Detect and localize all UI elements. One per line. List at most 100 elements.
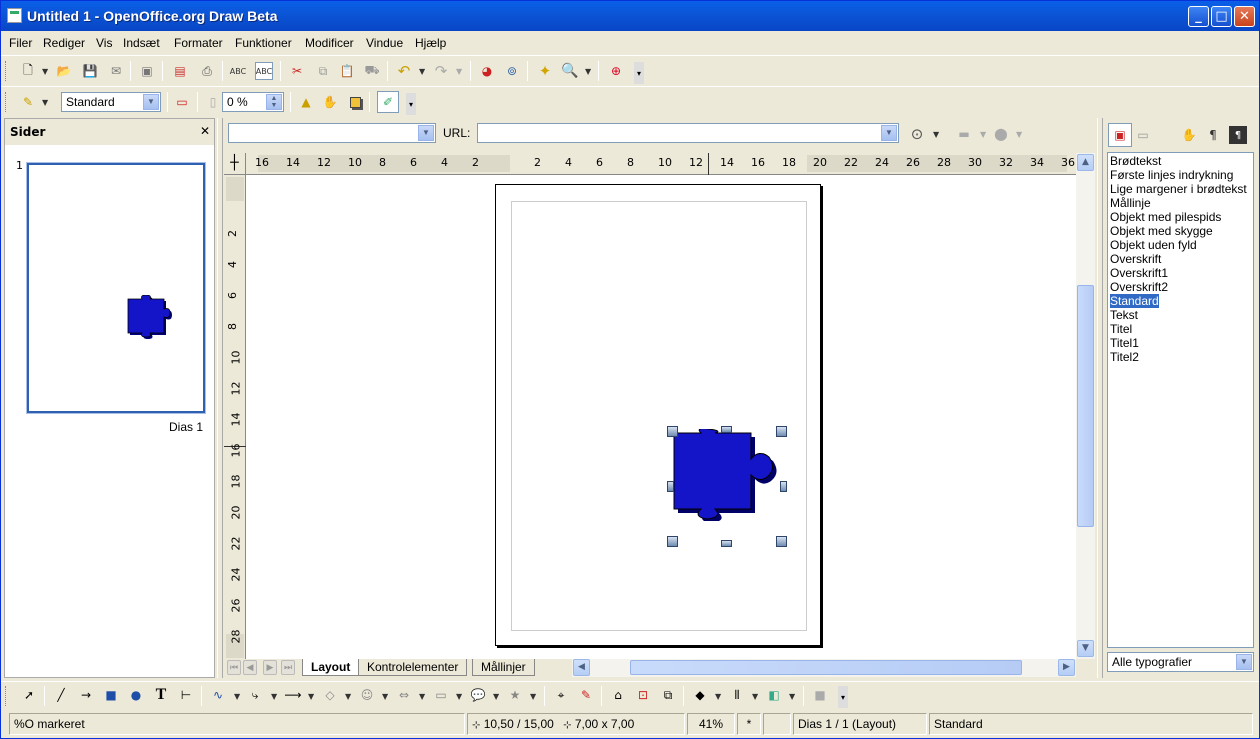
style-list-item[interactable]: Overskrift2 xyxy=(1110,280,1168,294)
graphics-styles-icon[interactable]: ▣ xyxy=(1108,123,1132,147)
email-icon[interactable]: ✉ xyxy=(107,62,125,80)
line-icon[interactable]: ▭ xyxy=(173,93,191,111)
flowchart-icon[interactable]: ▭ xyxy=(432,686,450,704)
transparency-spin[interactable]: 0 % ▲ ▼ xyxy=(222,92,284,112)
toolbar-grip[interactable] xyxy=(5,92,8,112)
minimize-button[interactable]: _ xyxy=(1188,6,1209,27)
lines-arrows-icon[interactable]: ⟶ xyxy=(284,686,302,704)
align-icon[interactable]: ⫴ xyxy=(728,686,746,704)
scroll-down-icon[interactable]: ▼ xyxy=(1077,640,1094,657)
resize-handle-top-right[interactable] xyxy=(776,426,787,437)
menu-modificer[interactable]: Modificer xyxy=(305,36,354,50)
style-list-item[interactable]: Lige margener i brødtekst xyxy=(1110,182,1247,196)
open-icon[interactable]: 📂 xyxy=(55,62,73,80)
link-dropdown-icon[interactable]: ▼ xyxy=(980,130,986,139)
spellcheck-icon[interactable]: ABC xyxy=(229,62,247,80)
puzzle-piece-shape[interactable] xyxy=(671,429,781,521)
align-dropdown-icon[interactable]: ▼ xyxy=(752,692,758,701)
callouts-dropdown-icon[interactable]: ▼ xyxy=(493,692,499,701)
resize-handle-left[interactable] xyxy=(667,481,674,492)
extrusion-icon[interactable]: ■ xyxy=(811,686,829,704)
menu-vindue[interactable]: Vindue xyxy=(366,36,403,50)
format-paintbrush-icon[interactable]: ⛟ xyxy=(363,62,381,80)
spin-icon[interactable]: ▲ ▼ xyxy=(266,94,282,110)
style-list-item[interactable]: Objekt uden fyld xyxy=(1110,238,1197,252)
insert-link-icon[interactable]: ▬ xyxy=(955,125,973,143)
gallery-tool-icon[interactable]: ⧉ xyxy=(659,686,677,704)
fill-format-icon[interactable]: ✋ xyxy=(1180,126,1198,144)
resize-handle-top-left[interactable] xyxy=(667,426,678,437)
close-button[interactable]: ✕ xyxy=(1234,6,1255,27)
splitter[interactable] xyxy=(217,118,223,678)
chevron-down-icon[interactable]: ▼ xyxy=(143,94,159,110)
presentation-styles-icon[interactable]: ▭ xyxy=(1134,126,1152,144)
menu-formater[interactable]: Formater xyxy=(174,36,223,50)
scroll-right-icon[interactable]: ▶ xyxy=(1058,659,1075,676)
shadow-icon[interactable] xyxy=(346,93,364,111)
update-style-icon[interactable]: ¶ xyxy=(1229,126,1247,144)
styles-dropdown-icon[interactable]: ▼ xyxy=(42,98,48,107)
toolbar-overflow-icon[interactable]: ▾ xyxy=(406,93,416,115)
style-list-item[interactable]: Titel1 xyxy=(1110,336,1139,350)
new-document-icon[interactable]: 🗋 xyxy=(19,62,37,80)
block-arrows-icon[interactable]: ⇔ xyxy=(395,686,413,704)
signature-status[interactable] xyxy=(763,713,791,735)
vertical-scrollbar[interactable]: ▲ ▼ xyxy=(1076,153,1095,659)
export-pdf-icon[interactable]: ▤ xyxy=(171,62,189,80)
resize-handle-right[interactable] xyxy=(780,481,787,492)
menu-hjaelp[interactable]: Hjælp xyxy=(415,36,446,50)
new-dropdown-icon[interactable]: ▼ xyxy=(42,67,48,76)
symbol-dropdown-icon[interactable]: ▼ xyxy=(382,692,388,701)
url-input[interactable]: ▼ xyxy=(477,123,899,143)
from-file-icon[interactable]: ⊡ xyxy=(634,686,652,704)
toolbar-overflow-icon[interactable]: ▾ xyxy=(634,62,644,84)
text-icon[interactable]: T xyxy=(152,686,170,704)
drawing-page[interactable] xyxy=(495,184,821,646)
style-list-item[interactable]: Overskrift1 xyxy=(1110,266,1168,280)
horizontal-scrollbar[interactable]: ◀ ▶ xyxy=(572,659,1076,677)
line-tool-icon[interactable]: ╱ xyxy=(52,686,70,704)
new-style-icon[interactable]: ¶ xyxy=(1204,126,1222,144)
style-list-item[interactable]: Objekt med pilespids xyxy=(1110,210,1221,224)
rotate-dropdown-icon[interactable]: ▼ xyxy=(715,692,721,701)
menu-indsaet[interactable]: Indsæt xyxy=(123,36,160,50)
symbol-shapes-icon[interactable]: ☺ xyxy=(358,686,376,704)
arrow-line-icon[interactable]: → xyxy=(77,686,95,704)
zoom-icon[interactable]: 🔍 xyxy=(561,62,579,80)
trash-icon[interactable]: ▯ xyxy=(204,93,222,111)
lines-dropdown-icon[interactable]: ▼ xyxy=(308,692,314,701)
resize-handle-bottom[interactable] xyxy=(721,540,732,547)
edit-file-icon[interactable]: ▣ xyxy=(138,62,156,80)
curve-icon[interactable]: ∿ xyxy=(209,686,227,704)
callouts-icon[interactable]: 💬 xyxy=(469,686,487,704)
styles-icon[interactable]: ✎ xyxy=(19,93,37,111)
fontwork-icon[interactable]: ⌂ xyxy=(609,686,627,704)
splitter[interactable] xyxy=(1097,118,1103,678)
points-icon[interactable]: ⌖ xyxy=(552,686,570,704)
zoom-status[interactable]: 41% xyxy=(687,713,735,735)
style-list-item[interactable]: Tekst xyxy=(1110,308,1138,322)
slide-thumbnail[interactable] xyxy=(27,163,205,413)
scroll-left-icon[interactable]: ◀ xyxy=(573,659,590,676)
style-filter-combo[interactable]: Alle typografier ▼ xyxy=(1107,652,1254,672)
style-list-item[interactable]: Brødtekst xyxy=(1110,154,1161,168)
close-icon[interactable]: ✕ xyxy=(200,124,210,138)
arrange-dropdown-icon[interactable]: ▼ xyxy=(789,692,795,701)
next-tab-icon[interactable]: ▶ xyxy=(263,660,277,675)
save-icon[interactable]: 💾 xyxy=(81,62,99,80)
style-list-item[interactable]: Mållinje xyxy=(1110,196,1151,210)
prev-tab-icon[interactable]: ◀ xyxy=(243,660,257,675)
hyperlink-dropdown-icon[interactable]: ▼ xyxy=(933,130,939,139)
glue-points-icon[interactable]: ✎ xyxy=(577,686,595,704)
style-list-item[interactable]: Overskrift xyxy=(1110,252,1161,266)
chevron-down-icon[interactable]: ▼ xyxy=(418,125,434,141)
chevron-down-icon[interactable]: ▼ xyxy=(881,125,897,141)
first-tab-icon[interactable]: ⏮ xyxy=(227,660,241,675)
chart-icon[interactable]: ◕ xyxy=(478,62,496,80)
ruler-origin-icon[interactable]: ┼ xyxy=(224,153,246,175)
paste-icon[interactable]: 📋 xyxy=(338,62,356,80)
copy-icon[interactable]: ⧉ xyxy=(314,62,332,80)
rotate-icon[interactable]: ◆ xyxy=(691,686,709,704)
select-arrow-icon[interactable]: ➚ xyxy=(20,686,38,704)
rectangle-icon[interactable]: ■ xyxy=(102,686,120,704)
